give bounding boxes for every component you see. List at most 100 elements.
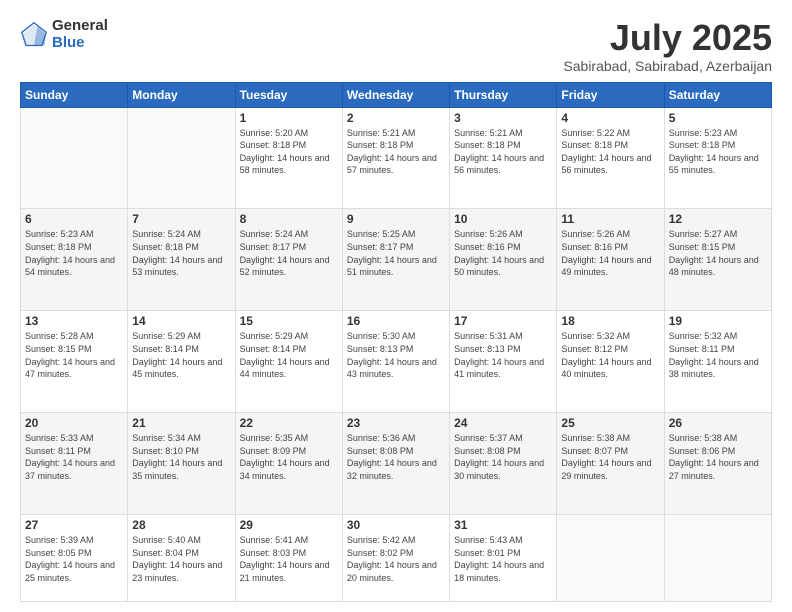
- day-number: 30: [347, 518, 445, 532]
- day-info: Sunrise: 5:35 AMSunset: 8:09 PMDaylight:…: [240, 432, 338, 482]
- table-row: 22 Sunrise: 5:35 AMSunset: 8:09 PMDayligh…: [235, 413, 342, 515]
- day-info: Sunrise: 5:36 AMSunset: 8:08 PMDaylight:…: [347, 432, 445, 482]
- col-wednesday: Wednesday: [342, 82, 449, 107]
- day-info: Sunrise: 5:21 AMSunset: 8:18 PMDaylight:…: [347, 127, 445, 177]
- calendar-table: Sunday Monday Tuesday Wednesday Thursday…: [20, 82, 772, 602]
- calendar-header: Sunday Monday Tuesday Wednesday Thursday…: [21, 82, 772, 107]
- day-number: 5: [669, 111, 767, 125]
- table-row: 31Sunrise: 5:43 AMSunset: 8:01 PMDayligh…: [450, 515, 557, 602]
- table-row: 13 Sunrise: 5:28 AMSunset: 8:15 PMDayligh…: [21, 311, 128, 413]
- day-info: Sunrise: 5:23 AMSunset: 8:18 PMDaylight:…: [25, 228, 123, 278]
- day-number: 2: [347, 111, 445, 125]
- table-row: 19 Sunrise: 5:32 AMSunset: 8:11 PMDayligh…: [664, 311, 771, 413]
- day-info: Sunrise: 5:25 AMSunset: 8:17 PMDaylight:…: [347, 228, 445, 278]
- day-number: 22: [240, 416, 338, 430]
- day-number: 12: [669, 212, 767, 226]
- day-info: Sunrise: 5:29 AMSunset: 8:14 PMDaylight:…: [132, 330, 230, 380]
- table-row: 15 Sunrise: 5:29 AMSunset: 8:14 PMDayligh…: [235, 311, 342, 413]
- day-info: Sunrise: 5:38 AMSunset: 8:06 PMDaylight:…: [669, 432, 767, 482]
- col-saturday: Saturday: [664, 82, 771, 107]
- day-number: 4: [561, 111, 659, 125]
- day-number: 26: [669, 416, 767, 430]
- table-row: 20 Sunrise: 5:33 AMSunset: 8:11 PMDayligh…: [21, 413, 128, 515]
- table-row: 25 Sunrise: 5:38 AMSunset: 8:07 PMDayligh…: [557, 413, 664, 515]
- table-row: 17 Sunrise: 5:31 AMSunset: 8:13 PMDayligh…: [450, 311, 557, 413]
- day-info: Sunrise: 5:42 AMSunset: 8:02 PMDaylight:…: [347, 534, 445, 584]
- day-number: 24: [454, 416, 552, 430]
- day-number: 29: [240, 518, 338, 532]
- day-info: Sunrise: 5:29 AMSunset: 8:14 PMDaylight:…: [240, 330, 338, 380]
- day-info: Sunrise: 5:37 AMSunset: 8:08 PMDaylight:…: [454, 432, 552, 482]
- table-row: 18 Sunrise: 5:32 AMSunset: 8:12 PMDayligh…: [557, 311, 664, 413]
- table-row: 30 Sunrise: 5:42 AMSunset: 8:02 PMDayligh…: [342, 515, 449, 602]
- day-number: 3: [454, 111, 552, 125]
- logo-text: General Blue: [52, 18, 108, 51]
- table-row: 12 Sunrise: 5:27 AMSunset: 8:15 PMDayligh…: [664, 209, 771, 311]
- table-row: 29Sunrise: 5:41 AMSunset: 8:03 PMDayligh…: [235, 515, 342, 602]
- table-row: 24 Sunrise: 5:37 AMSunset: 8:08 PMDayligh…: [450, 413, 557, 515]
- day-number: 10: [454, 212, 552, 226]
- col-monday: Monday: [128, 82, 235, 107]
- day-info: Sunrise: 5:21 AMSunset: 8:18 PMDaylight:…: [454, 127, 552, 177]
- day-info: Sunrise: 5:33 AMSunset: 8:11 PMDaylight:…: [25, 432, 123, 482]
- table-row: 11 Sunrise: 5:26 AMSunset: 8:16 PMDayligh…: [557, 209, 664, 311]
- title-section: July 2025 Sabirabad, Sabirabad, Azerbaij…: [563, 18, 772, 74]
- table-row: 16Sunrise: 5:30 AMSunset: 8:13 PMDayligh…: [342, 311, 449, 413]
- day-number: 31: [454, 518, 552, 532]
- logo-blue-label: Blue: [52, 35, 108, 52]
- day-number: 17: [454, 314, 552, 328]
- table-row: 1 Sunrise: 5:20 AMSunset: 8:18 PMDaylight…: [235, 107, 342, 209]
- table-row: 6 Sunrise: 5:23 AMSunset: 8:18 PMDaylight…: [21, 209, 128, 311]
- month-title: July 2025: [563, 18, 772, 58]
- day-number: 14: [132, 314, 230, 328]
- day-info: Sunrise: 5:27 AMSunset: 8:15 PMDaylight:…: [669, 228, 767, 278]
- col-thursday: Thursday: [450, 82, 557, 107]
- day-number: 25: [561, 416, 659, 430]
- table-row: 26 Sunrise: 5:38 AMSunset: 8:06 PMDayligh…: [664, 413, 771, 515]
- day-info: Sunrise: 5:24 AMSunset: 8:18 PMDaylight:…: [132, 228, 230, 278]
- table-row: [664, 515, 771, 602]
- day-number: 1: [240, 111, 338, 125]
- day-number: 7: [132, 212, 230, 226]
- day-info: Sunrise: 5:40 AMSunset: 8:04 PMDaylight:…: [132, 534, 230, 584]
- day-info: Sunrise: 5:32 AMSunset: 8:11 PMDaylight:…: [669, 330, 767, 380]
- day-info: Sunrise: 5:31 AMSunset: 8:13 PMDaylight:…: [454, 330, 552, 380]
- day-info: Sunrise: 5:32 AMSunset: 8:12 PMDaylight:…: [561, 330, 659, 380]
- day-info: Sunrise: 5:28 AMSunset: 8:15 PMDaylight:…: [25, 330, 123, 380]
- col-tuesday: Tuesday: [235, 82, 342, 107]
- day-number: 21: [132, 416, 230, 430]
- table-row: 3 Sunrise: 5:21 AMSunset: 8:18 PMDaylight…: [450, 107, 557, 209]
- day-number: 15: [240, 314, 338, 328]
- day-info: Sunrise: 5:22 AMSunset: 8:18 PMDaylight:…: [561, 127, 659, 177]
- table-row: 28 Sunrise: 5:40 AMSunset: 8:04 PMDayligh…: [128, 515, 235, 602]
- table-row: 27Sunrise: 5:39 AMSunset: 8:05 PMDayligh…: [21, 515, 128, 602]
- day-number: 13: [25, 314, 123, 328]
- day-info: Sunrise: 5:23 AMSunset: 8:18 PMDaylight:…: [669, 127, 767, 177]
- day-info: Sunrise: 5:26 AMSunset: 8:16 PMDaylight:…: [561, 228, 659, 278]
- day-info: Sunrise: 5:34 AMSunset: 8:10 PMDaylight:…: [132, 432, 230, 482]
- col-sunday: Sunday: [21, 82, 128, 107]
- day-info: Sunrise: 5:30 AMSunset: 8:13 PMDaylight:…: [347, 330, 445, 380]
- day-number: 23: [347, 416, 445, 430]
- location: Sabirabad, Sabirabad, Azerbaijan: [563, 58, 772, 74]
- day-number: 18: [561, 314, 659, 328]
- day-number: 28: [132, 518, 230, 532]
- logo: General Blue: [20, 18, 108, 51]
- day-number: 6: [25, 212, 123, 226]
- day-info: Sunrise: 5:38 AMSunset: 8:07 PMDaylight:…: [561, 432, 659, 482]
- day-number: 20: [25, 416, 123, 430]
- table-row: 2 Sunrise: 5:21 AMSunset: 8:18 PMDaylight…: [342, 107, 449, 209]
- day-number: 11: [561, 212, 659, 226]
- table-row: 9Sunrise: 5:25 AMSunset: 8:17 PMDaylight…: [342, 209, 449, 311]
- calendar-body: 1 Sunrise: 5:20 AMSunset: 8:18 PMDaylight…: [21, 107, 772, 601]
- table-row: [21, 107, 128, 209]
- table-row: [557, 515, 664, 602]
- table-row: 5 Sunrise: 5:23 AMSunset: 8:18 PMDaylight…: [664, 107, 771, 209]
- logo-general-label: General: [52, 18, 108, 35]
- page: General Blue July 2025 Sabirabad, Sabira…: [0, 0, 792, 612]
- day-info: Sunrise: 5:26 AMSunset: 8:16 PMDaylight:…: [454, 228, 552, 278]
- day-info: Sunrise: 5:20 AMSunset: 8:18 PMDaylight:…: [240, 127, 338, 177]
- table-row: [128, 107, 235, 209]
- table-row: 10 Sunrise: 5:26 AMSunset: 8:16 PMDayligh…: [450, 209, 557, 311]
- day-number: 19: [669, 314, 767, 328]
